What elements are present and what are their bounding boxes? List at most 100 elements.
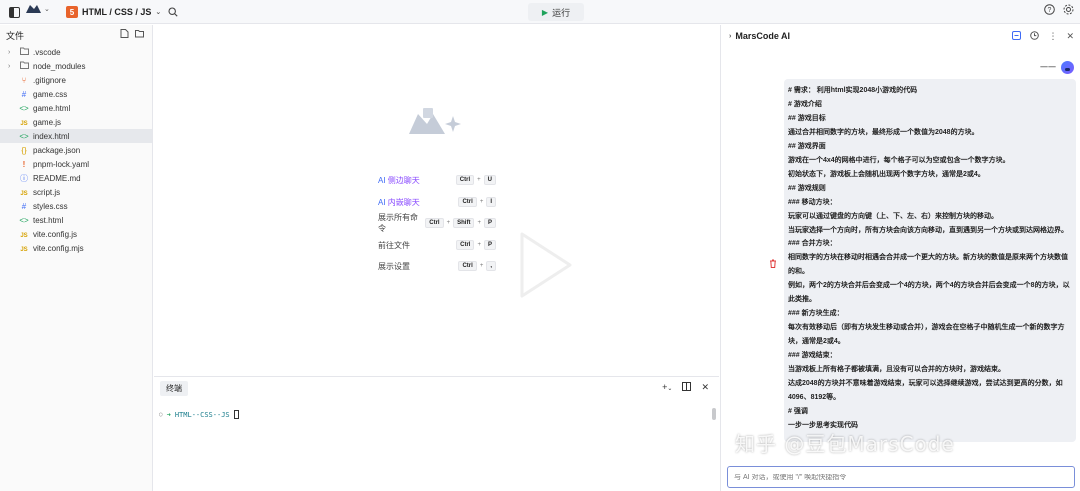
marscode-logo-menu[interactable]: ⌄ <box>26 4 50 14</box>
terminal-cursor <box>233 410 239 419</box>
terminal-scrollbar[interactable] <box>712 408 716 420</box>
help-icon[interactable]: ? <box>1044 4 1055 18</box>
welcome-command[interactable]: AI 侧边聊天 Ctrl + U <box>378 173 496 187</box>
close-terminal-icon[interactable]: ✕ <box>701 382 709 393</box>
key-cap: Ctrl <box>455 175 475 185</box>
more-icon[interactable]: ⋮ <box>1048 31 1057 42</box>
ai-prefix: AI <box>378 175 388 185</box>
ai-chat-input[interactable] <box>734 473 1068 481</box>
prompt-arrow-icon: ➜ <box>166 410 171 419</box>
hash-icon: # <box>21 201 27 211</box>
project-selector[interactable]: 5 HTML / CSS / JS ⌄ <box>66 4 161 20</box>
search-icon[interactable] <box>164 3 182 21</box>
file-tree: › .vscode › node_modules ⑂ .gitignore # game.cs… <box>0 45 152 255</box>
key-cap: Ctrl <box>425 218 444 228</box>
file-name: test.html <box>33 215 64 225</box>
terminal-path: HTML--CSS--JS <box>174 410 230 419</box>
file-item-pnpm-lock-yaml[interactable]: ! pnpm-lock.yaml <box>0 157 152 171</box>
file-item-node-modules[interactable]: › node_modules <box>0 59 152 73</box>
file-item-script-js[interactable]: JS script.js <box>0 185 152 199</box>
file-item-vscode[interactable]: › .vscode <box>0 45 152 59</box>
file-name: pnpm-lock.yaml <box>33 159 90 169</box>
file-item-styles-css[interactable]: # styles.css <box>0 199 152 213</box>
user-name: 一一 <box>1040 63 1056 72</box>
folder-icon <box>18 61 30 71</box>
key-cap: Ctrl <box>458 197 477 207</box>
hash-icon: # <box>21 89 27 99</box>
ai-panel-header[interactable]: › MarsCode AI <box>729 31 790 41</box>
welcome-command[interactable]: 前往文件 Ctrl + P <box>378 238 496 252</box>
file-item-vite-config-js[interactable]: JS vite.config.js <box>0 227 152 241</box>
file-name: vite.config.mjs <box>33 243 84 253</box>
message-line: # 游戏介绍 <box>788 100 822 108</box>
new-folder-icon[interactable] <box>135 29 144 40</box>
run-button[interactable]: ▶ 运行 <box>528 3 584 21</box>
file-item-test-html[interactable]: <> test.html <box>0 213 152 227</box>
file-explorer: 文件 › .vscode › node_modules ⑂ .gitignore # game… <box>0 25 153 491</box>
info-icon: ⓘ <box>20 173 28 183</box>
html5-icon: 5 <box>66 6 78 18</box>
history-icon[interactable] <box>1030 31 1040 42</box>
avatar <box>1061 61 1074 74</box>
plus-sign: + <box>477 220 481 226</box>
split-terminal-icon[interactable] <box>682 382 692 393</box>
command-label: AI 内嵌聊天 <box>378 197 458 208</box>
terminal-prompt[interactable]: ○ ➜ HTML--CSS--JS <box>159 410 239 419</box>
ai-panel-title: MarsCode AI <box>735 31 791 41</box>
command-text: 侧边聊天 <box>387 175 420 185</box>
tab-terminal[interactable]: 终端 <box>160 381 188 396</box>
explorer-title: 文件 <box>6 30 25 41</box>
file-name: game.html <box>33 103 71 113</box>
file-name: README.md <box>33 173 81 183</box>
file-item-game-html[interactable]: <> game.html <box>0 101 152 115</box>
file-item-package-json[interactable]: {} package.json <box>0 143 152 157</box>
message-line: ## 游戏规则 <box>788 184 826 192</box>
message-line: 初始状态下，游戏板上会随机出现两个数字方块，通常是2或4。 <box>788 170 985 178</box>
new-file-icon[interactable] <box>120 29 129 40</box>
ai-chat-panel: › MarsCode AI ⋮ ✕ 一一 # 需求： 利用html实现2048小… <box>720 25 1080 491</box>
file-item-game-js[interactable]: JS game.js <box>0 115 152 129</box>
key-cap: Shift <box>453 218 475 228</box>
file-item-vite-config-mjs[interactable]: JS vite.config.mjs <box>0 241 152 255</box>
file-item-README-md[interactable]: ⓘ README.md <box>0 171 152 185</box>
file-name: styles.css <box>33 201 68 211</box>
user-row: 一一 <box>1040 61 1074 74</box>
new-chat-icon[interactable] <box>1012 31 1022 42</box>
exclamation-icon: ! <box>22 159 26 169</box>
js-icon: JS <box>20 232 28 239</box>
marscode-watermark-logo-icon <box>409 108 461 134</box>
watermark-text: 知乎 @豆包MarsCode <box>735 432 955 456</box>
file-item-gitignore[interactable]: ⑂ .gitignore <box>0 73 152 87</box>
code-icon: <> <box>19 131 29 141</box>
welcome-command[interactable]: 展示设置 Ctrl +, <box>378 259 496 273</box>
file-item-game-css[interactable]: # game.css <box>0 87 152 101</box>
settings-icon[interactable] <box>1063 4 1074 18</box>
ai-chat-input-box[interactable] <box>727 466 1075 488</box>
key-cap: Ctrl <box>456 240 475 250</box>
js-icon: JS <box>20 120 28 127</box>
file-name: game.css <box>33 89 68 99</box>
close-panel-icon[interactable]: ✕ <box>1066 31 1074 42</box>
add-terminal-icon[interactable]: +⌄ <box>662 382 672 393</box>
plus-sign: + <box>477 242 481 248</box>
file-name: .vscode <box>33 47 61 57</box>
message-line: ### 合并方块： <box>788 240 837 248</box>
chevron-right-icon: › <box>8 48 11 56</box>
command-text: 展示所有命令 <box>378 213 418 233</box>
message-line: ### 新方块生成： <box>788 310 844 318</box>
command-text: 展示设置 <box>378 261 410 271</box>
message-line: 游戏在一个4x4的网格中进行，每个格子可以为空或包含一个数字方块。 <box>788 156 1010 164</box>
message-line: 相同数字的方块在移动时相遇会合并成一个更大的方块。新方块的数值是原来两个方块数值… <box>788 254 1068 276</box>
command-label: AI 侧边聊天 <box>378 175 456 186</box>
file-item-index-html[interactable]: <> index.html <box>0 129 152 143</box>
welcome-command[interactable]: AI 内嵌聊天 Ctrl + I <box>378 195 496 209</box>
message-line: # 需求： 利用html实现2048小游戏的代码 <box>788 87 918 94</box>
message-line: 达成2048的方块并不意味着游戏结束，玩家可以选择继续游戏，尝试达到更高的分数，… <box>788 380 1063 401</box>
welcome-command[interactable]: 展示所有命令 Ctrl + Shift + P <box>378 213 496 233</box>
sidebar-toggle-icon[interactable] <box>5 3 23 21</box>
git-icon: ⑂ <box>21 75 27 85</box>
run-button-label: 运行 <box>552 7 571 18</box>
command-label: 展示设置 <box>378 261 458 272</box>
delete-message-icon[interactable] <box>769 259 777 270</box>
folder-icon <box>18 47 30 57</box>
